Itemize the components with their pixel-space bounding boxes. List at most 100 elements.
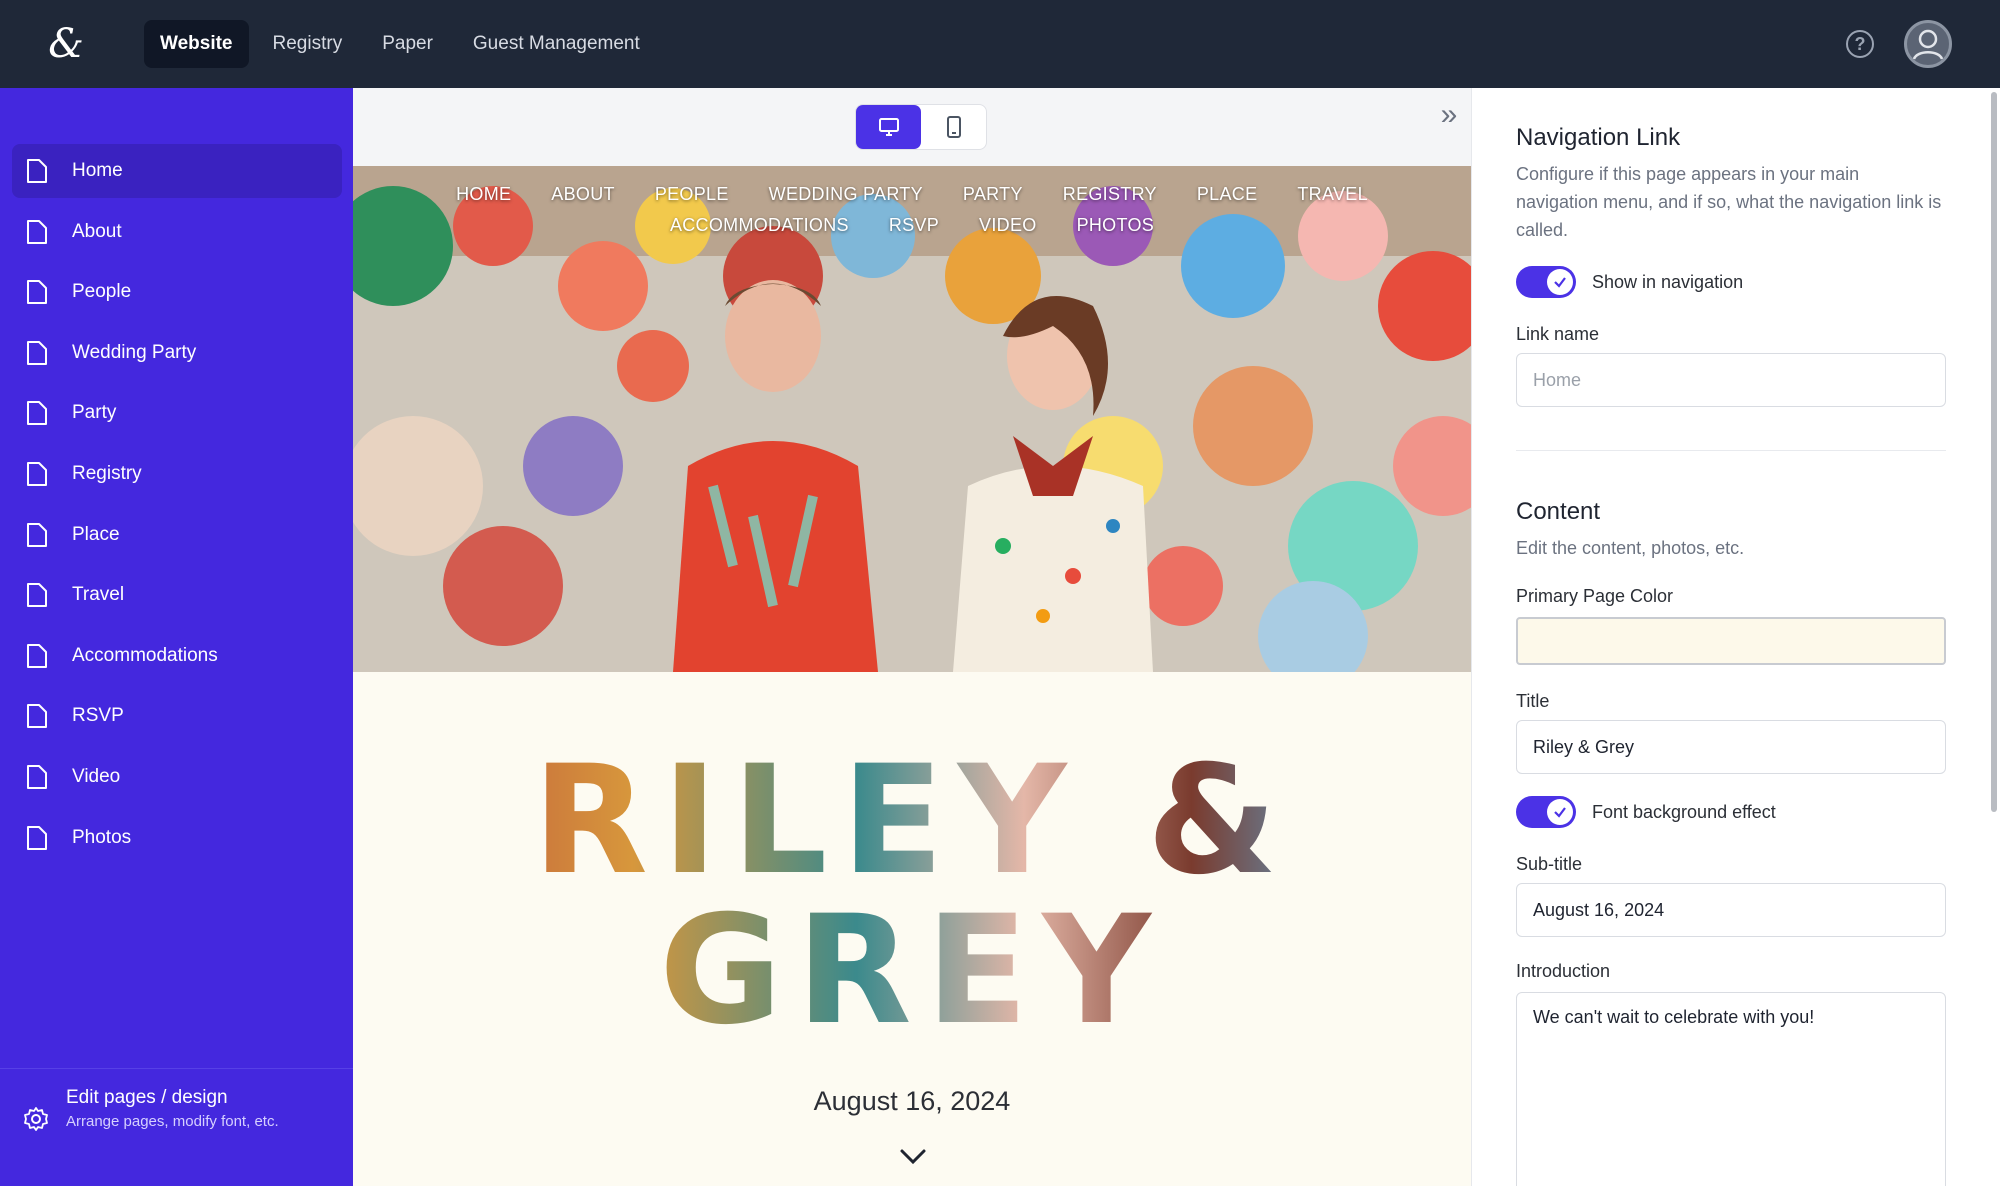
site-nav-link-photos[interactable]: PHOTOS (1077, 215, 1154, 236)
edit-pages-design-button[interactable]: Edit pages / design Arrange pages, modif… (0, 1068, 353, 1186)
site-nav-link-registry[interactable]: REGISTRY (1063, 184, 1157, 205)
site-nav-link-party[interactable]: PARTY (963, 184, 1023, 205)
sidebar-item-home[interactable]: Home (12, 144, 342, 198)
sidebar-item-label: RSVP (72, 705, 124, 727)
topnav-website[interactable]: Website (144, 20, 249, 68)
document-icon (27, 159, 47, 183)
topnav-paper[interactable]: Paper (366, 20, 449, 68)
mobile-view-button[interactable] (921, 105, 986, 149)
double-chevron-right-icon[interactable]: » (1433, 100, 1465, 132)
topnav-registry[interactable]: Registry (257, 20, 359, 68)
document-icon (27, 461, 47, 486)
sidebar-item-about[interactable]: About (12, 205, 342, 259)
site-nav-link-place[interactable]: PLACE (1197, 184, 1258, 205)
gear-icon (24, 1107, 48, 1131)
edit-pages-subtitle: Arrange pages, modify font, etc. (66, 1113, 279, 1130)
sidebar-item-rsvp[interactable]: RSVP (12, 689, 342, 743)
font-background-effect-toggle[interactable] (1516, 796, 1576, 828)
show-in-navigation-toggle[interactable] (1516, 266, 1576, 298)
sidebar-item-label: Travel (72, 584, 125, 606)
sidebar-item-label: Place (72, 523, 120, 545)
title-input[interactable] (1516, 720, 1946, 774)
sidebar-item-accommodations[interactable]: Accommodations (12, 629, 342, 683)
page-settings-panel: Navigation Link Configure if this page a… (1471, 88, 2000, 1186)
primary-page-color-swatch[interactable] (1516, 617, 1946, 665)
top-nav: Website Registry Paper Guest Management (144, 20, 656, 68)
sidebar-item-party[interactable]: Party (12, 386, 342, 440)
link-name-label: Link name (1516, 324, 1600, 344)
introduction-textarea[interactable]: We can't wait to celebrate with you! (1516, 992, 1946, 1186)
site-title-line-2: GREY (353, 896, 1471, 1046)
desktop-icon (878, 118, 899, 136)
site-nav-link-home[interactable]: HOME (456, 184, 511, 205)
sidebar-item-label: Party (72, 402, 117, 424)
link-name-input[interactable] (1516, 353, 1946, 407)
site-preview: » HOME ABOUT PEOPLE WEDDING PARTY PARTY … (353, 88, 1471, 1186)
site-nav-link-people[interactable]: PEOPLE (655, 184, 729, 205)
top-bar: & Website Registry Paper Guest Managemen… (0, 0, 2000, 88)
site-title: RILEY & GREY (353, 746, 1471, 1046)
sidebar-item-wedding-party[interactable]: Wedding Party (12, 326, 342, 380)
primary-page-color-label: Primary Page Color (1516, 586, 1674, 606)
sidebar-item-registry[interactable]: Registry (12, 447, 342, 501)
sidebar-item-label: Home (72, 160, 123, 181)
subtitle-input[interactable] (1516, 883, 1946, 937)
subtitle-label: Sub-title (1516, 854, 1583, 874)
edit-pages-title: Edit pages / design (66, 1087, 228, 1108)
wedding-site-page: HOME ABOUT PEOPLE WEDDING PARTY PARTY REGISTR… (353, 166, 1471, 1186)
panel-scrollbar[interactable] (1991, 92, 1997, 812)
font-background-effect-label: Font background effect (1592, 802, 1776, 822)
show-in-navigation-label: Show in navigation (1592, 272, 1744, 292)
user-avatar-icon[interactable] (1904, 20, 1952, 68)
document-icon (27, 825, 47, 850)
sidebar-item-people[interactable]: People (12, 265, 342, 319)
site-nav-row-2: ACCOMMODATIONS RSVP VIDEO PHOTOS (353, 215, 1471, 236)
document-icon (27, 340, 47, 365)
sidebar-item-label: People (72, 281, 132, 303)
section-divider (1516, 450, 1946, 451)
document-icon (27, 401, 47, 426)
site-nav: HOME ABOUT PEOPLE WEDDING PARTY PARTY REGISTR… (353, 184, 1471, 246)
document-icon (27, 583, 47, 608)
toggle-knob (1547, 269, 1573, 295)
sidebar-item-travel[interactable]: Travel (12, 568, 342, 622)
sidebar-item-label: Accommodations (72, 644, 218, 666)
sidebar-item-label: Photos (72, 826, 132, 848)
site-nav-link-travel[interactable]: TRAVEL (1297, 184, 1368, 205)
document-icon (27, 764, 47, 789)
document-icon (27, 280, 47, 305)
sidebar-item-video[interactable]: Video (12, 750, 342, 804)
sidebar-item-label: Registry (72, 462, 142, 484)
site-date: August 16, 2024 (813, 1086, 1011, 1116)
site-nav-link-about[interactable]: ABOUT (551, 184, 615, 205)
check-icon (1554, 277, 1566, 288)
desktop-view-button[interactable] (856, 105, 921, 149)
introduction-label: Introduction (1516, 961, 1611, 981)
site-title-line-1: RILEY & (353, 746, 1471, 896)
sidebar-item-place[interactable]: Place (12, 508, 342, 562)
document-icon (27, 704, 47, 729)
site-nav-link-video[interactable]: VIDEO (979, 215, 1037, 236)
sidebar-item-label: About (72, 220, 122, 242)
ampersand-logo-icon[interactable]: & (44, 24, 88, 64)
toggle-knob (1547, 799, 1573, 825)
mobile-icon (946, 116, 961, 138)
navigation-link-title: Navigation Link (1516, 124, 1681, 151)
topnav-guest-management[interactable]: Guest Management (457, 20, 656, 68)
pages-list: Home About People Wedding Party Party Re… (12, 144, 342, 871)
site-nav-row-1: HOME ABOUT PEOPLE WEDDING PARTY PARTY REGISTR… (353, 184, 1471, 205)
sidebar-item-photos[interactable]: Photos (12, 811, 342, 865)
site-nav-link-wedding-party[interactable]: WEDDING PARTY (769, 184, 923, 205)
document-icon (27, 643, 47, 668)
title-label: Title (1516, 691, 1550, 711)
chevron-down-icon[interactable] (898, 1146, 928, 1168)
pages-sidebar: Home About People Wedding Party Party Re… (0, 88, 353, 1186)
document-icon (27, 219, 47, 244)
site-nav-link-rsvp[interactable]: RSVP (889, 215, 939, 236)
document-icon (27, 522, 47, 547)
question-circle-icon[interactable]: ? (1846, 30, 1874, 58)
site-nav-link-accommodations[interactable]: ACCOMMODATIONS (670, 215, 849, 236)
device-toggle (855, 104, 987, 150)
content-description: Edit the content, photos, etc. (1516, 538, 1745, 558)
hero-photo: HOME ABOUT PEOPLE WEDDING PARTY PARTY REGISTR… (353, 166, 1471, 672)
